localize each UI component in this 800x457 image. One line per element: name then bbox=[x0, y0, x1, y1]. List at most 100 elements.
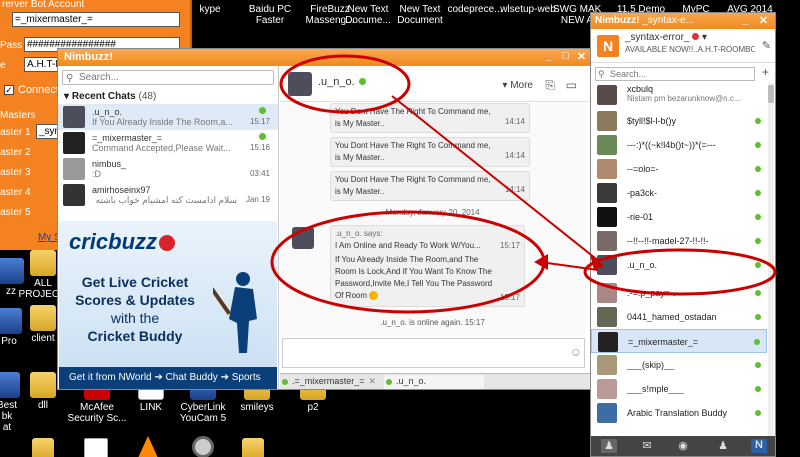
emoticon-icon[interactable]: ☺ bbox=[570, 345, 582, 359]
my-status[interactable]: AVAILABLE NOW!!..A.H.T-ROOMBOT bbox=[625, 45, 755, 54]
more-menu[interactable]: ▾ More bbox=[502, 80, 533, 91]
triangle-down-icon: ▾ bbox=[702, 32, 708, 43]
contact-item[interactable]: 0441_hamed_ostadan bbox=[591, 305, 767, 329]
desktop-label[interactable]: New Text Document bbox=[390, 4, 450, 26]
contact-item[interactable]: --=olo=- bbox=[591, 157, 767, 181]
bottom-toolbar: ♟ ✉ ◉ ♟ N bbox=[591, 436, 775, 456]
master-label: aster 4 bbox=[0, 187, 31, 198]
avatar bbox=[597, 111, 617, 131]
recent-chat-item[interactable]: =_mixermaster_= Command Accepted,Please … bbox=[58, 130, 278, 156]
close-icon[interactable]: ✕ bbox=[756, 14, 771, 27]
contact-item[interactable]: Arabic Translation Buddy bbox=[591, 401, 767, 425]
ad-footer: Get it from NWorld ➔ Chat Buddy ➔ Sports bbox=[59, 367, 277, 389]
online-status-icon bbox=[755, 290, 761, 296]
scrollbar-thumb[interactable] bbox=[768, 85, 774, 103]
contact-item[interactable]: .-=.p_pay=-. bbox=[591, 281, 767, 305]
folder-icon[interactable] bbox=[242, 438, 264, 457]
maximize-icon[interactable]: □ bbox=[558, 50, 573, 62]
groups-icon[interactable]: ♟ bbox=[715, 439, 731, 453]
wrench-icon[interactable]: ✎ bbox=[762, 39, 771, 52]
contact-item[interactable]: ---:)*((~k!l4b()t~))*(=--- bbox=[591, 133, 767, 157]
contact-item[interactable]: $tyll!$l-l-b()y bbox=[591, 109, 767, 133]
contact-item[interactable]: --!!--!!-madel-27-!!-!!- bbox=[591, 229, 767, 253]
field-label: e bbox=[0, 60, 6, 71]
chat-window: Nimbuzz! _ □ ✕ ⚲ Search... ▾ Recent Chat… bbox=[57, 48, 592, 390]
window-title: rerver Bot Account bbox=[2, 0, 85, 10]
connect-checkbox[interactable]: ✓ bbox=[4, 85, 14, 95]
contact-item-uno[interactable]: .u_n_o. bbox=[591, 253, 767, 281]
avatar bbox=[288, 72, 312, 96]
online-status-icon bbox=[755, 118, 761, 124]
folder-icon[interactable] bbox=[32, 438, 54, 457]
vlc-icon[interactable] bbox=[138, 436, 158, 457]
online-status-icon bbox=[386, 379, 392, 385]
online-status-icon bbox=[282, 379, 288, 385]
contact-item[interactable]: -rie-01 bbox=[591, 205, 767, 229]
contacts-icon[interactable]: ♟ bbox=[601, 439, 617, 453]
sender-avatar bbox=[292, 227, 314, 249]
close-icon[interactable]: ✕ bbox=[368, 375, 376, 388]
message-input[interactable]: ☺ bbox=[282, 338, 585, 368]
desktop-label[interactable]: wlsetup-web bbox=[498, 4, 558, 15]
recent-chats-header[interactable]: ▾ Recent Chats (48) bbox=[58, 89, 278, 104]
tab-uno[interactable]: .u_n_o. bbox=[384, 375, 484, 389]
disc-icon[interactable] bbox=[192, 436, 214, 457]
desktop-label[interactable]: codeprece... bbox=[445, 4, 505, 15]
contact-item[interactable]: xcbulq Nistam pm bezarunknow@n.c... bbox=[591, 83, 767, 109]
cricbuzz-logo: cricbuzz bbox=[69, 229, 176, 255]
message-bubble: You Dont Have The Right To Command me, i… bbox=[330, 103, 530, 133]
connect-label: Connect bbox=[18, 84, 59, 96]
master-label: aster 5 bbox=[0, 207, 31, 218]
recent-chat-item[interactable]: nimbus_ :D 03:41 bbox=[58, 156, 278, 182]
status-line: .u_n_o. is online again. 15:17 bbox=[380, 318, 485, 327]
avatar bbox=[597, 307, 617, 327]
account-field[interactable]: =_mixermaster_= bbox=[12, 12, 180, 27]
minimize-icon[interactable]: _ bbox=[542, 50, 557, 62]
online-status-icon bbox=[755, 238, 761, 244]
recent-chat-item[interactable]: .u_n_o. If You Already Inside The Room,a… bbox=[58, 104, 278, 130]
my-name[interactable]: _syntax-error_ ▾ bbox=[625, 32, 707, 43]
avatar bbox=[597, 255, 617, 275]
avatar bbox=[63, 132, 85, 154]
recent-chat-item[interactable]: amirhoseinx97 سلام ادامست کته امشیام خوا… bbox=[58, 182, 278, 208]
avatar bbox=[597, 85, 617, 105]
online-status-icon bbox=[754, 339, 760, 345]
search-input[interactable]: ⚲ Search... bbox=[62, 70, 274, 85]
online-status-icon bbox=[755, 262, 761, 268]
online-status-icon bbox=[755, 386, 761, 392]
smiley-icon bbox=[369, 291, 379, 301]
contact-item[interactable]: ___s!mple___ bbox=[591, 377, 767, 401]
contact-item[interactable]: ___(skip)__ bbox=[591, 353, 767, 377]
nimbuzz-logo-icon: N bbox=[597, 35, 619, 57]
desktop-label[interactable]: Baidu PC Faster bbox=[240, 4, 300, 26]
busy-status-icon bbox=[692, 33, 700, 40]
camera-icon[interactable]: ▭ bbox=[566, 78, 577, 92]
contact-scrollbar[interactable] bbox=[768, 83, 774, 445]
minimize-icon[interactable]: _ bbox=[738, 14, 753, 26]
mail-icon[interactable]: ✉ bbox=[639, 439, 655, 453]
search-icon: ⚲ bbox=[598, 69, 605, 79]
contact-item-mixermaster[interactable]: =_mixermaster_= bbox=[591, 329, 767, 353]
avatar bbox=[63, 106, 85, 128]
add-contact-icon[interactable]: + bbox=[762, 65, 769, 79]
avatar bbox=[597, 135, 617, 155]
profile-header: N _syntax-error_ ▾ AVAILABLE NOW!!..A.H.… bbox=[591, 29, 775, 63]
recent-chats-pane: ⚲ Search... ▾ Recent Chats (48) .u_n_o. … bbox=[58, 66, 279, 389]
message-bubble: You Dont Have The Right To Command me, i… bbox=[330, 171, 530, 201]
window-icon[interactable] bbox=[84, 438, 108, 457]
close-icon[interactable]: ✕ bbox=[574, 50, 589, 63]
tab-mixermaster[interactable]: .=_mixermaster_= ✕ bbox=[280, 375, 380, 389]
desktop-label[interactable]: New Text Docume... bbox=[338, 4, 398, 26]
cricbuzz-ad[interactable]: cricbuzz Get Live Cricket Scores & Updat… bbox=[59, 221, 277, 389]
desktop-label[interactable]: kype bbox=[198, 4, 222, 15]
nimbuzz-icon[interactable]: N bbox=[751, 439, 767, 453]
contact-list: xcbulq Nistam pm bezarunknow@n.c... $tyl… bbox=[591, 83, 767, 445]
message-bubble: .u_n_o. says: I Am Online and Ready To W… bbox=[330, 225, 525, 307]
online-status-icon bbox=[259, 107, 266, 114]
contact-item[interactable]: -pa3ck- bbox=[591, 181, 767, 205]
date-separator: Monday, January 20, 2014 bbox=[385, 208, 480, 217]
attach-icon[interactable]: ⎘ bbox=[545, 78, 555, 93]
contact-search-input[interactable]: ⚲ Search... bbox=[595, 67, 755, 81]
chat-bubbles-icon[interactable]: ◉ bbox=[675, 439, 691, 453]
folder-icon bbox=[30, 250, 56, 276]
